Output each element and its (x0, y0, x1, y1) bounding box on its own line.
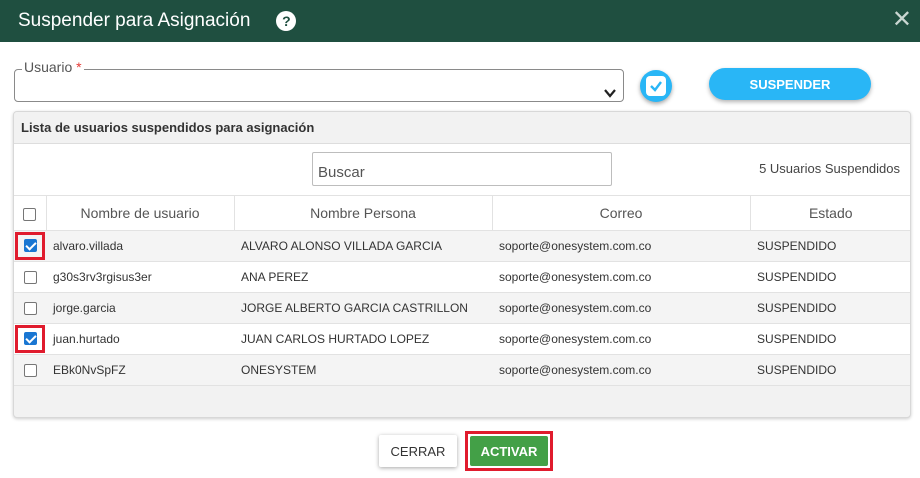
checkbox-cell (14, 261, 46, 293)
cell-email: soporte@onesystem.com.co (492, 323, 750, 355)
col-email[interactable]: Correo (492, 196, 751, 231)
checkbox-cell (14, 354, 46, 386)
panel-title: Lista de usuarios suspendidos para asign… (14, 112, 910, 144)
cell-username: jorge.garcia (46, 292, 234, 324)
cell-username: juan.hurtado (46, 323, 234, 355)
close-icon[interactable]: ✕ (892, 6, 912, 34)
chevron-down-icon[interactable] (603, 86, 617, 100)
table-row[interactable]: juan.hurtado JUAN CARLOS HURTADO LOPEZ sop… (14, 323, 910, 355)
activate-highlight: ACTIVAR (465, 431, 553, 471)
usuario-label: Usuario * (22, 59, 84, 75)
cell-person-name: ANA PEREZ (234, 261, 492, 293)
checkbox-cell (14, 323, 46, 355)
row-checkbox[interactable] (23, 301, 37, 315)
cell-email: soporte@onesystem.com.co (492, 261, 750, 293)
checkmark-icon (650, 81, 662, 92)
usuario-select-field[interactable]: Usuario * (14, 60, 624, 102)
table-toolbar: 5 Usuarios Suspendidos (14, 144, 910, 196)
cell-person-name: ONESYSTEM (234, 354, 492, 386)
required-mark: * (76, 59, 82, 75)
users-table: Nombre de usuario Nombre Persona Correo … (14, 196, 910, 386)
selection-highlight (15, 324, 45, 353)
cell-username: alvaro.villada (46, 230, 234, 262)
checkbox-cell (14, 230, 46, 262)
row-checkbox[interactable] (23, 270, 37, 284)
cell-email: soporte@onesystem.com.co (492, 292, 750, 324)
table-row[interactable]: jorge.garcia JORGE ALBERTO GARCIA CASTRIL… (14, 292, 910, 324)
suspended-users-panel: Lista de usuarios suspendidos para asign… (13, 111, 911, 418)
select-all-checkbox[interactable] (23, 207, 37, 221)
dialog-title: Suspender para Asignación (18, 10, 251, 31)
row-checkbox[interactable] (23, 363, 37, 377)
cell-status: SUSPENDIDO (750, 261, 910, 293)
close-button[interactable]: CERRAR (379, 435, 457, 467)
row-checkbox[interactable] (23, 239, 37, 252)
help-icon[interactable]: ? (276, 11, 297, 31)
suspend-button[interactable]: SUSPENDER (709, 68, 871, 100)
col-username[interactable]: Nombre de usuario (46, 196, 235, 231)
suspended-count: 5 Usuarios Suspendidos (759, 161, 900, 176)
table-row[interactable]: alvaro.villada ALVARO ALONSO VILLADA GARC… (14, 230, 910, 262)
usuario-select[interactable] (14, 69, 624, 102)
cell-person-name: JUAN CARLOS HURTADO LOPEZ (234, 323, 492, 355)
activate-button[interactable]: ACTIVAR (470, 436, 548, 466)
selection-highlight (15, 231, 45, 260)
search-input[interactable] (312, 152, 612, 186)
table-row[interactable]: g30s3rv3rgisus3er ANA PEREZ soporte@onesys… (14, 261, 910, 293)
table-header-row: Nombre de usuario Nombre Persona Correo … (14, 196, 910, 231)
table-row[interactable]: EBk0NvSpFZ ONESYSTEM soporte@onesystem.com… (14, 354, 910, 386)
col-person-name[interactable]: Nombre Persona (234, 196, 493, 231)
cell-username: g30s3rv3rgisus3er (46, 261, 234, 293)
cell-person-name: JORGE ALBERTO GARCIA CASTRILLON (234, 292, 492, 324)
cell-username: EBk0NvSpFZ (46, 354, 234, 386)
dialog-titlebar: Suspender para Asignación ? ✕ (0, 0, 920, 42)
cell-email: soporte@onesystem.com.co (492, 354, 750, 386)
cell-email: soporte@onesystem.com.co (492, 230, 750, 262)
cell-status: SUSPENDIDO (750, 323, 910, 355)
col-status[interactable]: Estado (750, 196, 910, 231)
select-all-cell (14, 196, 47, 231)
cell-status: SUSPENDIDO (750, 354, 910, 386)
checkbox-cell (14, 292, 46, 324)
confirm-check-button[interactable] (640, 70, 672, 102)
cell-status: SUSPENDIDO (750, 292, 910, 324)
checkmark-box (646, 76, 666, 96)
row-checkbox[interactable] (23, 332, 37, 345)
cell-person-name: ALVARO ALONSO VILLADA GARCIA (234, 230, 492, 262)
cell-status: SUSPENDIDO (750, 230, 910, 262)
